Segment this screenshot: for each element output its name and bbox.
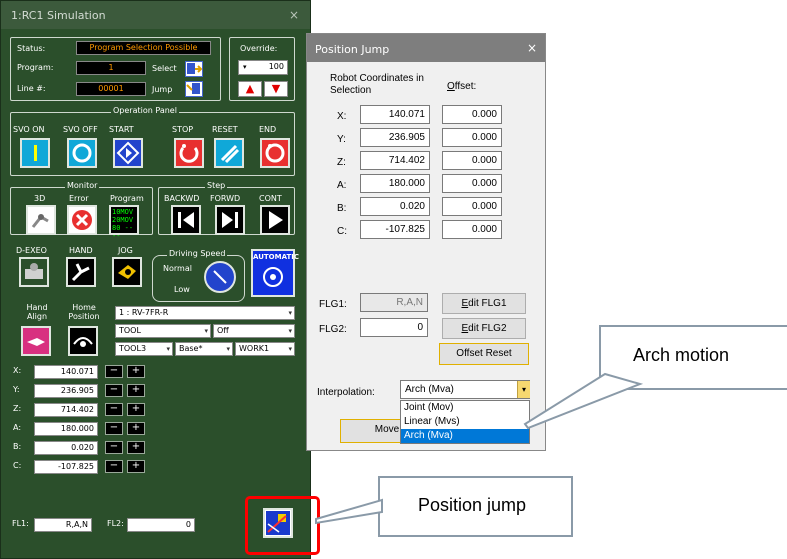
position-jump-pointer <box>315 498 383 525</box>
callout-pointers <box>315 372 644 525</box>
arch-motion-pointer <box>523 372 644 430</box>
